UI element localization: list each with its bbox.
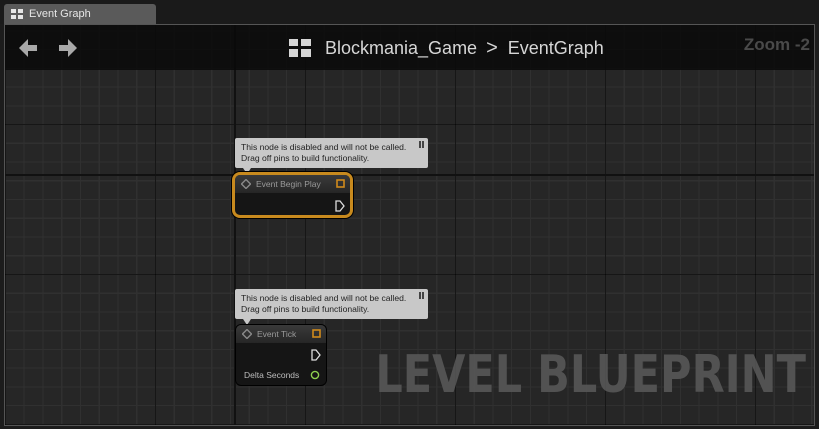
graph-canvas[interactable]: Blockmania_Game > EventGraph Zoom -2 Thi… [4,24,815,426]
tab-strip: Event Graph [0,0,819,24]
delta-seconds-label: Delta Seconds [244,370,300,380]
breadcrumb: Blockmania_Game > EventGraph [289,35,604,61]
back-arrow-icon[interactable] [17,37,39,59]
comment-line: Drag off pins to build functionality. [241,303,370,314]
graph-toolbar: Blockmania_Game > EventGraph Zoom -2 [5,25,814,70]
float-output-pin-icon[interactable] [310,370,320,380]
event-tick-node[interactable]: Event Tick Delta Seconds [236,325,326,385]
breadcrumb-item-game[interactable]: Blockmania_Game [325,38,477,59]
comment-line: This node is disabled and will not be ca… [241,142,407,152]
node-title: Event Begin Play [256,179,321,189]
delegate-pin-icon[interactable] [336,179,345,188]
event-begin-play-node[interactable]: Event Begin Play [235,175,350,215]
exec-output-pin-icon[interactable] [311,349,321,361]
blueprint-graph-icon [289,39,311,57]
delegate-pin-icon[interactable] [312,329,321,338]
tab-label: Event Graph [29,8,91,20]
forward-arrow-icon[interactable] [57,37,79,59]
event-icon [241,179,251,189]
node-header: Event Begin Play [235,175,350,193]
level-blueprint-watermark: LEVEL BLUEPRINT [375,345,806,405]
breadcrumb-separator: > [486,36,498,59]
pin-icon[interactable] [419,292,425,299]
node-title: Event Tick [257,329,297,339]
disabled-node-comment: This node is disabled and will not be ca… [235,289,428,325]
pin-icon[interactable] [419,141,425,148]
event-icon [242,329,252,339]
zoom-indicator: Zoom -2 [743,35,810,54]
comment-line: This node is disabled and will not be ca… [241,293,407,303]
graph-icon [11,9,23,19]
breadcrumb-item-eventgraph[interactable]: EventGraph [508,38,604,59]
tab-event-graph[interactable]: Event Graph [4,4,156,24]
exec-output-pin-icon[interactable] [335,200,345,212]
node-header: Event Tick [236,325,326,343]
disabled-node-comment: This node is disabled and will not be ca… [235,138,428,174]
comment-line: Drag off pins to build functionality. [241,152,370,163]
